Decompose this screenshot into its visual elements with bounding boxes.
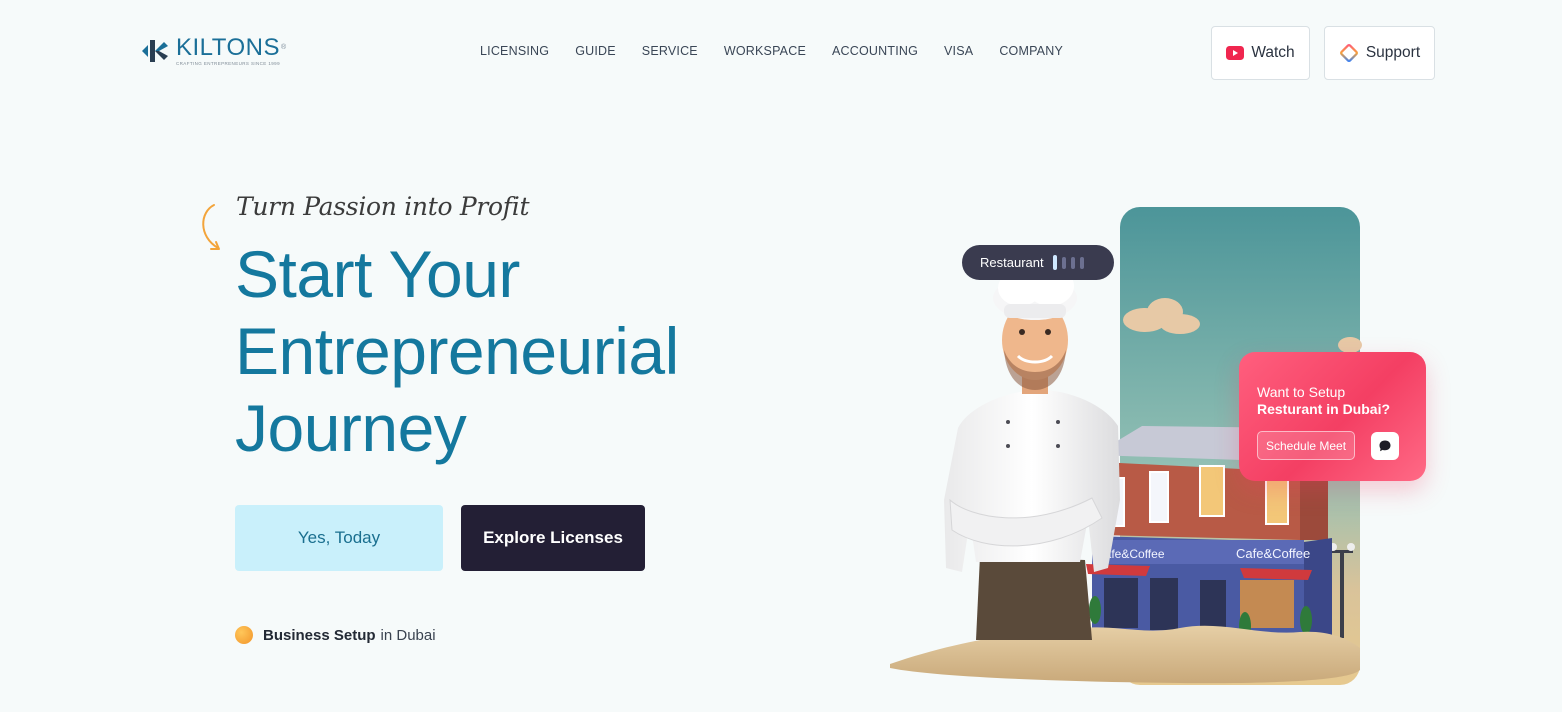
pill-indicator-icon	[1052, 255, 1089, 270]
curved-arrow-icon	[198, 202, 226, 261]
nav-item-accounting[interactable]: ACCOUNTING	[832, 44, 918, 58]
support-diamond-icon	[1339, 43, 1359, 63]
schedule-meet-button[interactable]: Schedule Meet	[1257, 431, 1356, 460]
headline-line-2: Entrepreneurial	[235, 314, 679, 388]
registered-mark: ®	[280, 43, 287, 51]
watch-label: Watch	[1251, 44, 1295, 61]
promo-line-1: Want to Setup	[1257, 384, 1346, 400]
headline-line-1: Start Your	[235, 237, 520, 311]
main-nav: LICENSING GUIDE SERVICE WORKSPACE ACCOUN…	[480, 44, 1063, 58]
business-setup-bold: Business Setup	[263, 626, 376, 644]
category-pill[interactable]: Restaurant	[962, 245, 1114, 280]
promo-line-2: Resturant in Dubai?	[1257, 401, 1391, 417]
nav-item-visa[interactable]: VISA	[944, 44, 973, 58]
explore-licenses-button[interactable]: Explore Licenses	[461, 505, 645, 571]
support-label: Support	[1365, 44, 1421, 61]
kiltons-logo-icon	[140, 36, 170, 66]
hero-headline: Start Your Entrepreneurial Journey	[235, 236, 679, 467]
hero-tagline: Turn Passion into Profit	[236, 192, 530, 221]
watch-button[interactable]: Watch	[1211, 26, 1310, 80]
business-setup-rest: in Dubai	[380, 626, 436, 644]
category-pill-label: Restaurant	[980, 255, 1044, 270]
brand-name: KILTONS®	[176, 33, 287, 61]
sand-dune	[890, 625, 1360, 684]
support-button[interactable]: Support	[1324, 26, 1435, 80]
brand-tagline: CRAFTING ENTREPRENEURS SINCE 1999	[176, 60, 280, 66]
nav-item-licensing[interactable]: LICENSING	[480, 44, 549, 58]
yes-today-button[interactable]: Yes, Today	[235, 505, 443, 571]
headline-line-3: Journey	[235, 391, 467, 465]
nav-item-guide[interactable]: GUIDE	[575, 44, 616, 58]
nav-item-company[interactable]: COMPANY	[999, 44, 1063, 58]
status-dot-icon	[235, 626, 253, 644]
business-setup-caption: Business Setup in Dubai	[235, 626, 436, 644]
promo-card: Want to Setup Resturant in Dubai? Schedu…	[1239, 352, 1426, 481]
storefront-sign-right: Cafe&Coffee	[1236, 546, 1310, 561]
play-icon	[1226, 46, 1245, 60]
chat-icon[interactable]	[1371, 431, 1400, 460]
brand-logo[interactable]: KILTONS® CRAFTING ENTREPRENEURS SINCE 19…	[140, 33, 287, 66]
nav-item-workspace[interactable]: WORKSPACE	[724, 44, 806, 58]
nav-item-service[interactable]: SERVICE	[642, 44, 698, 58]
